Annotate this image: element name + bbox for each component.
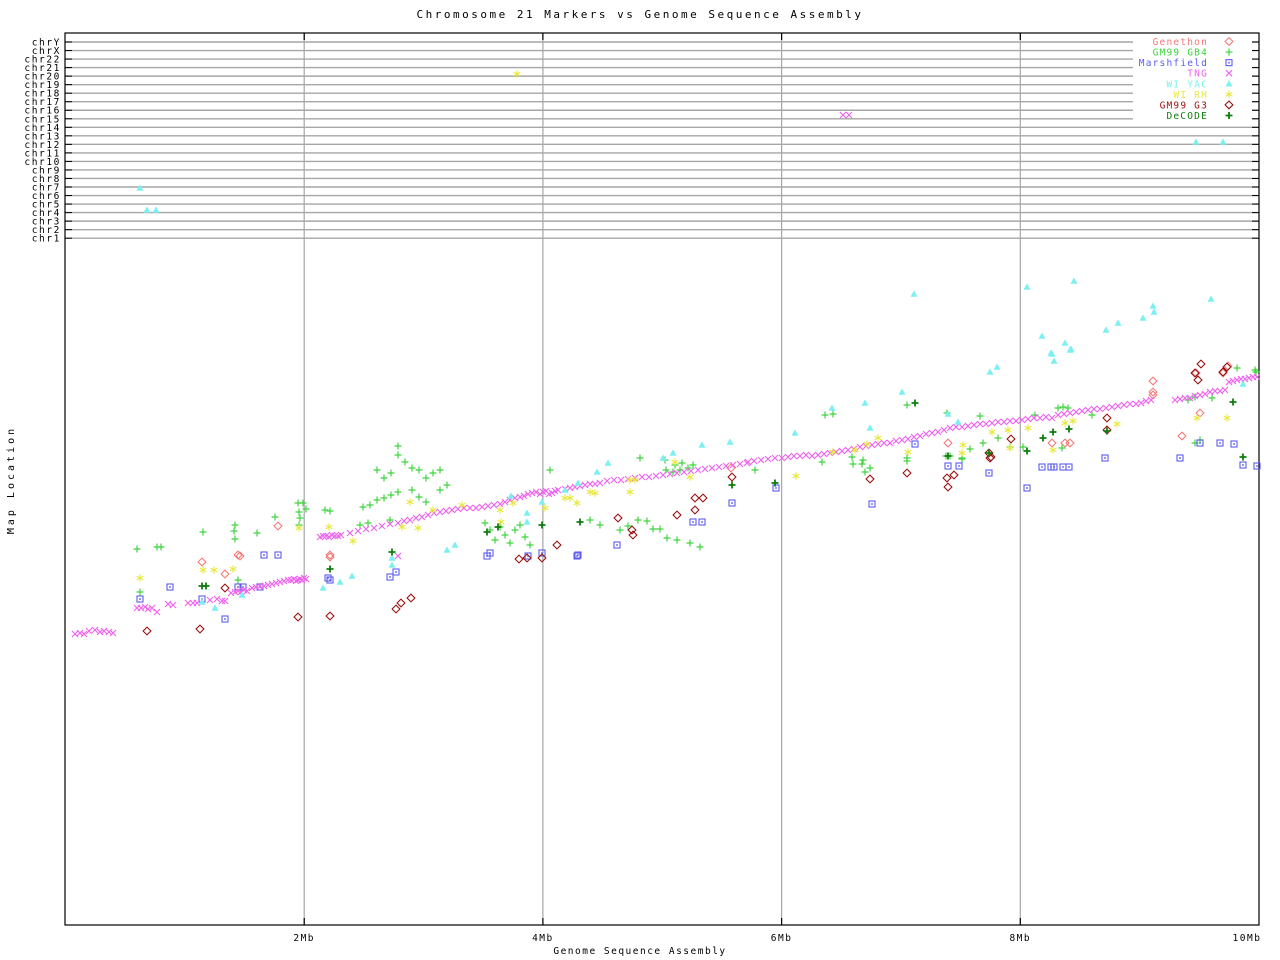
legend-label-marshfield: Marshfield [1139,58,1208,69]
series-tng [72,112,1260,637]
legend-label-tng: TNG [1187,69,1208,80]
series-genethon [198,362,1232,578]
x-tick-label-10Mb: 10Mb [1233,933,1262,944]
x-axis-title: Genome Sequence Assembly [0,946,1280,957]
series-wi-rh [137,70,1231,582]
x-tick-label-4Mb: 4Mb [532,933,554,944]
legend-label-gm99-g3: GM99 G3 [1160,100,1208,111]
legend-label-genethon: Genethon [1153,37,1208,48]
x-tick-label-8Mb: 8Mb [1009,933,1031,944]
series-wi-yac [137,138,1247,610]
legend-label-wi-yac: WI YAC [1166,79,1208,90]
legend-label-gm99-gb4: GM99 GB4 [1153,48,1208,59]
chart-title: Chromosome 21 Markers vs Genome Sequence… [0,8,1280,21]
scatter-plot-canvas: chrYchrXchr22chr21chr20chr19chr18chr17ch… [0,0,1280,960]
y-tick-label-chr1: chr1 [32,234,61,245]
x-tick-label-2Mb: 2Mb [293,933,315,944]
plot-border [65,33,1259,925]
series-gm99-g3 [143,360,1231,635]
legend-label-decode: DeCODE [1166,111,1208,122]
series-decode [199,399,1247,590]
legend-label-wi-rh: WI RH [1173,90,1208,101]
series-gm99-gb4 [134,365,1260,596]
chart-page: Chromosome 21 Markers vs Genome Sequence… [0,0,1280,960]
series-marshfield [137,440,1260,622]
x-tick-label-6Mb: 6Mb [771,933,793,944]
